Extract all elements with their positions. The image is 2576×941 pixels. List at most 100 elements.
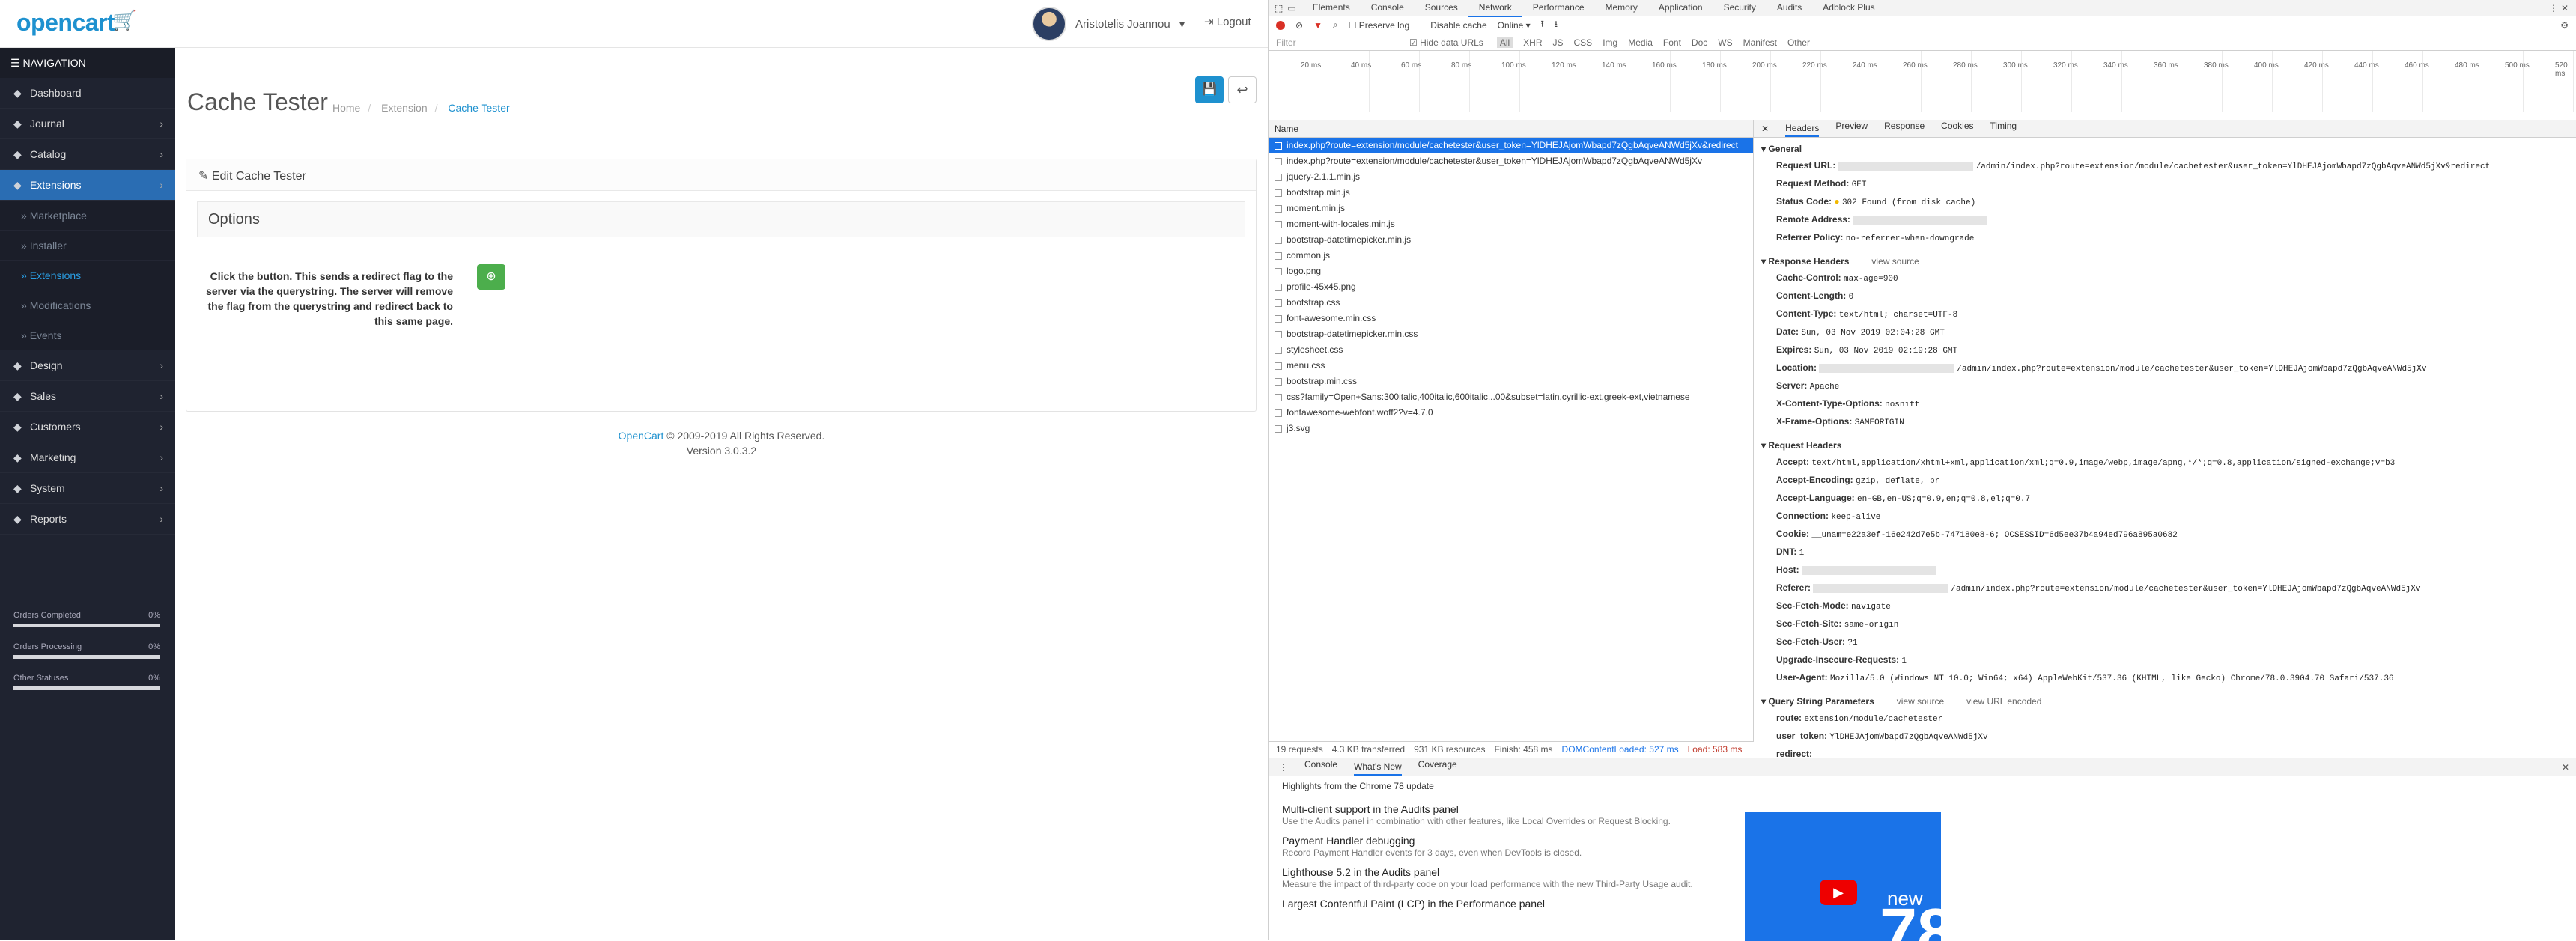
request-row[interactable]: j3.svg — [1269, 421, 1753, 436]
submenu-item-installer[interactable]: » Installer — [0, 231, 175, 261]
settings-icon[interactable]: ⚙ — [2560, 20, 2569, 31]
more-icon[interactable]: ⋮ — [2549, 3, 2558, 13]
disable-cache-checkbox[interactable]: ☐ Disable cache — [1420, 20, 1486, 31]
detail-tab-headers[interactable]: Headers — [1785, 121, 1820, 137]
detail-tab-response[interactable]: Response — [1884, 121, 1925, 137]
close-devtools-icon[interactable]: ✕ — [2561, 3, 2569, 13]
inspect-icon[interactable]: ⬚ — [1275, 3, 1283, 13]
tab-memory[interactable]: Memory — [1595, 0, 1648, 17]
logout-link[interactable]: ⇥ Logout — [1204, 15, 1251, 28]
drawer-tab-coverage[interactable]: Coverage — [1418, 759, 1457, 776]
request-row[interactable]: logo.png — [1269, 264, 1753, 279]
request-row[interactable]: bootstrap-datetimepicker.min.css — [1269, 326, 1753, 342]
type-filter-manifest[interactable]: Manifest — [1743, 37, 1777, 48]
request-row[interactable]: index.php?route=extension/module/cachete… — [1269, 153, 1753, 169]
type-filter-all[interactable]: All — [1496, 37, 1513, 48]
submenu-item-modifications[interactable]: » Modifications — [0, 290, 175, 320]
sidebar-item-journal[interactable]: ◆ Journal › — [0, 109, 175, 139]
tab-network[interactable]: Network — [1468, 0, 1522, 17]
close-detail-icon[interactable]: ✕ — [1761, 124, 1769, 134]
query-header[interactable]: ▾ Query String Parameters view source view… — [1761, 693, 2569, 710]
tab-elements[interactable]: Elements — [1302, 0, 1361, 17]
export-icon[interactable]: ⭳ — [1555, 17, 1558, 33]
request-row[interactable]: bootstrap.css — [1269, 295, 1753, 311]
request-row[interactable]: fontawesome-webfont.woff2?v=4.7.0 — [1269, 405, 1753, 421]
request-row[interactable]: moment-with-locales.min.js — [1269, 216, 1753, 232]
tab-application[interactable]: Application — [1648, 0, 1713, 17]
type-filter-css[interactable]: CSS — [1574, 37, 1593, 48]
video-thumbnail[interactable]: ▶ new 78 — [1745, 812, 1941, 941]
sidebar-item-sales[interactable]: ◆ Sales › — [0, 381, 175, 412]
type-filter-media[interactable]: Media — [1628, 37, 1653, 48]
view-url-encoded-link[interactable]: view URL encoded — [1966, 696, 2041, 707]
drawer-tab-what-s-new[interactable]: What's New — [1354, 759, 1402, 776]
preserve-log-checkbox[interactable]: ☐ Preserve log — [1349, 20, 1409, 31]
device-icon[interactable]: ▭ — [1287, 3, 1295, 13]
query-view-source-link[interactable]: view source — [1897, 696, 1944, 707]
tab-audits[interactable]: Audits — [1767, 0, 1812, 17]
breadcrumb-current[interactable]: Cache Tester — [448, 102, 509, 114]
sidebar-item-marketing[interactable]: ◆ Marketing › — [0, 442, 175, 473]
breadcrumb-extension[interactable]: Extension — [381, 102, 427, 114]
detail-tab-timing[interactable]: Timing — [1990, 121, 2017, 137]
type-filter-font[interactable]: Font — [1663, 37, 1681, 48]
request-row[interactable]: profile-45x45.png — [1269, 279, 1753, 295]
request-row[interactable]: bootstrap.min.css — [1269, 374, 1753, 389]
response-header[interactable]: ▾ Response Headers view source — [1761, 253, 2569, 269]
sidebar-item-dashboard[interactable]: ◆ Dashboard — [0, 78, 175, 109]
submenu-item-marketplace[interactable]: » Marketplace — [0, 201, 175, 231]
type-filter-doc[interactable]: Doc — [1692, 37, 1707, 48]
request-row[interactable]: bootstrap.min.js — [1269, 185, 1753, 201]
search-icon[interactable]: ⌕ — [1333, 19, 1338, 31]
submenu-item-events[interactable]: » Events — [0, 320, 175, 350]
sidebar-item-system[interactable]: ◆ System › — [0, 473, 175, 504]
detail-tab-cookies[interactable]: Cookies — [1941, 121, 1973, 137]
user-menu[interactable]: Aristotelis Joannou ▾ — [1032, 6, 1185, 42]
tab-adblock-plus[interactable]: Adblock Plus — [1812, 0, 1885, 17]
save-button[interactable]: 💾 — [1195, 76, 1224, 103]
request-row[interactable]: moment.min.js — [1269, 201, 1753, 216]
sidebar-item-customers[interactable]: ◆ Customers › — [0, 412, 175, 442]
request-header[interactable]: ▾ Request Headers — [1761, 437, 2569, 454]
request-row[interactable]: css?family=Open+Sans:300italic,400italic… — [1269, 389, 1753, 405]
request-row[interactable]: stylesheet.css — [1269, 342, 1753, 358]
nav-header[interactable]: ☰ NAVIGATION — [0, 48, 175, 78]
type-filter-ws[interactable]: WS — [1718, 37, 1732, 48]
request-row[interactable]: font-awesome.min.css — [1269, 311, 1753, 326]
record-icon[interactable] — [1276, 20, 1285, 30]
submenu-item-extensions[interactable]: » Extensions — [0, 261, 175, 290]
sidebar-item-extensions[interactable]: ◆ Extensions › — [0, 170, 175, 201]
drawer-tab-console[interactable]: Console — [1304, 759, 1337, 776]
opencart-link[interactable]: OpenCart — [619, 430, 664, 442]
detail-tab-preview[interactable]: Preview — [1835, 121, 1868, 137]
tab-performance[interactable]: Performance — [1522, 0, 1595, 17]
tab-console[interactable]: Console — [1361, 0, 1415, 17]
type-filter-js[interactable]: JS — [1553, 37, 1564, 48]
send-redirect-button[interactable]: ⊕ — [477, 264, 505, 290]
import-icon[interactable]: ⭱ — [1541, 17, 1544, 33]
request-row[interactable]: bootstrap-datetimepicker.min.js — [1269, 232, 1753, 248]
request-row[interactable]: index.php?route=extension/module/cachete… — [1269, 138, 1753, 153]
type-filter-other[interactable]: Other — [1787, 37, 1810, 48]
tab-sources[interactable]: Sources — [1415, 0, 1468, 17]
filter-icon[interactable]: ▼ — [1313, 20, 1322, 31]
close-drawer-icon[interactable]: ✕ — [2562, 762, 2569, 773]
general-header[interactable]: ▾ General — [1761, 141, 2569, 157]
sidebar-item-design[interactable]: ◆ Design › — [0, 350, 175, 381]
tab-security[interactable]: Security — [1713, 0, 1767, 17]
clear-icon[interactable]: ⊘ — [1295, 20, 1303, 31]
filter-input[interactable]: Filter — [1276, 37, 1396, 48]
sidebar-item-catalog[interactable]: ◆ Catalog › — [0, 139, 175, 170]
name-column-header[interactable]: Name — [1269, 120, 1753, 138]
view-source-link[interactable]: view source — [1871, 256, 1919, 267]
drawer-menu-icon[interactable]: ⋮ — [1279, 762, 1288, 773]
back-button[interactable]: ↩ — [1228, 76, 1257, 103]
throttle-select[interactable]: Online ▾ — [1498, 20, 1531, 31]
request-row[interactable]: common.js — [1269, 248, 1753, 264]
type-filter-img[interactable]: Img — [1603, 37, 1617, 48]
request-row[interactable]: jquery-2.1.1.min.js — [1269, 169, 1753, 185]
hide-data-urls-checkbox[interactable]: ☑ Hide data URLs — [1409, 37, 1483, 48]
breadcrumb-home[interactable]: Home — [332, 102, 360, 114]
opencart-logo[interactable]: opencart — [16, 9, 115, 37]
type-filter-xhr[interactable]: XHR — [1523, 37, 1542, 48]
